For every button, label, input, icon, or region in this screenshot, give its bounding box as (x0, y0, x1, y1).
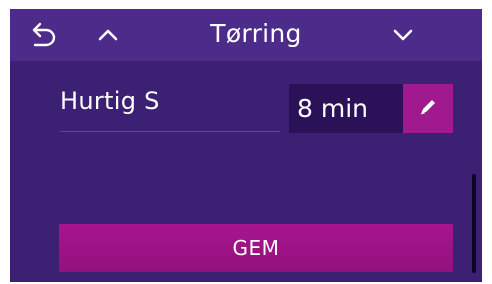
edit-time-button[interactable] (403, 84, 453, 133)
page-title: Tørring (210, 19, 302, 48)
scrollbar[interactable] (472, 70, 476, 273)
back-button[interactable] (20, 9, 68, 61)
program-name-divider (60, 131, 280, 132)
chevron-up-icon (97, 28, 119, 42)
save-button[interactable]: GEM (59, 224, 453, 272)
next-button[interactable] (379, 9, 427, 61)
scrollbar-thumb[interactable] (472, 174, 476, 273)
program-name-label: Hurtig S (60, 87, 160, 115)
chevron-down-icon (392, 28, 414, 42)
back-arrow-icon (31, 21, 57, 49)
header-bar: Tørring (10, 9, 482, 61)
drying-settings-screen: Tørring Hurtig S 8 min GEM (10, 9, 482, 282)
pencil-icon (416, 95, 440, 123)
drying-time-value[interactable]: 8 min (289, 84, 403, 133)
previous-button[interactable] (84, 9, 132, 61)
